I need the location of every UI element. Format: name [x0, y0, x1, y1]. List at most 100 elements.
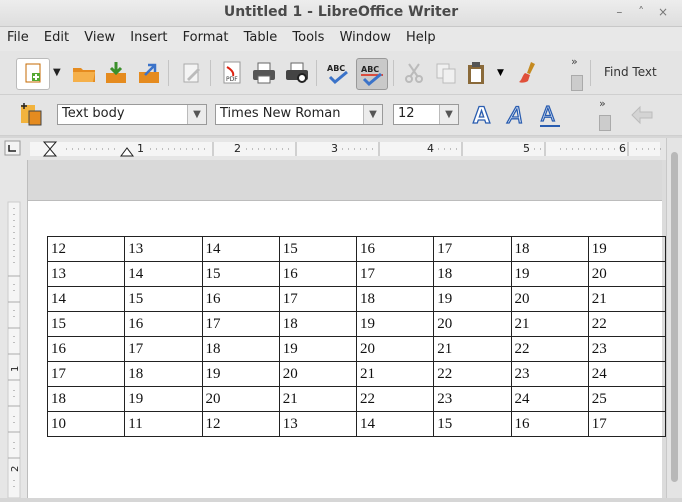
menu-format[interactable]: Format: [179, 27, 233, 45]
table-cell[interactable]: 24: [587, 361, 666, 387]
table-cell[interactable]: 21: [278, 386, 358, 412]
table-cell[interactable]: 15: [433, 411, 512, 437]
table-cell[interactable]: 14: [124, 261, 203, 287]
table-cell[interactable]: 14: [201, 236, 280, 262]
close-button[interactable]: ×: [654, 5, 672, 19]
table-cell[interactable]: 19: [355, 311, 435, 337]
table-cell[interactable]: 13: [124, 236, 203, 262]
table-cell[interactable]: 16: [201, 286, 280, 312]
table-cell[interactable]: 12: [46, 236, 126, 262]
table-cell[interactable]: 21: [510, 311, 589, 337]
chevron-down-icon[interactable]: ▼: [439, 105, 458, 124]
toolbar-overflow-button[interactable]: »: [599, 97, 606, 110]
clone-formatting-button[interactable]: [514, 59, 542, 87]
table-cell[interactable]: 16: [278, 261, 358, 287]
document-area[interactable]: 12 13 14 15 16 17 18 19 13 14 15 16 17 18 19 20 14 15 16…: [28, 160, 666, 498]
export-pdf-button[interactable]: PDF: [218, 59, 246, 87]
table-cell[interactable]: 19: [124, 386, 203, 412]
table-cell[interactable]: 17: [587, 411, 666, 437]
toolbar-overflow-dropdown[interactable]: [571, 75, 583, 91]
back-button[interactable]: [628, 101, 656, 129]
table-cell[interactable]: 20: [433, 311, 512, 337]
table-cell[interactable]: 23: [587, 336, 666, 362]
font-size-select[interactable]: 12 ▼: [393, 104, 459, 125]
table-cell[interactable]: 18: [433, 261, 512, 287]
chevron-down-icon[interactable]: ▼: [187, 105, 206, 124]
table-cell[interactable]: 20: [278, 361, 358, 387]
chevron-down-icon[interactable]: ▼: [363, 105, 382, 124]
toolbar-overflow-dropdown[interactable]: [599, 115, 611, 131]
table-cell[interactable]: 19: [510, 261, 589, 287]
paragraph-style-select[interactable]: Text body ▼: [57, 104, 207, 125]
table-cell[interactable]: 16: [510, 411, 589, 437]
table-cell[interactable]: 17: [124, 336, 203, 362]
table-cell[interactable]: 23: [433, 386, 512, 412]
menu-window[interactable]: Window: [336, 27, 395, 45]
table-cell[interactable]: 19: [201, 361, 280, 387]
table-cell[interactable]: 16: [355, 236, 435, 262]
table-cell[interactable]: 19: [278, 336, 358, 362]
table-cell[interactable]: 13: [278, 411, 358, 437]
find-text-button[interactable]: Find Text: [604, 65, 657, 79]
table-cell[interactable]: 15: [201, 261, 280, 287]
font-name-select[interactable]: Times New Roman ▼: [215, 104, 383, 125]
table-cell[interactable]: 14: [46, 286, 126, 312]
spelling-button[interactable]: ABC: [324, 59, 352, 87]
table-cell[interactable]: 17: [355, 261, 435, 287]
scrollbar-thumb[interactable]: [671, 152, 678, 482]
table-cell[interactable]: 18: [124, 361, 203, 387]
print-preview-button[interactable]: [283, 59, 311, 87]
cut-button[interactable]: [400, 59, 428, 87]
auto-spellcheck-toggle[interactable]: ABC: [356, 58, 388, 90]
table-cell[interactable]: 11: [124, 411, 203, 437]
table-cell[interactable]: 15: [46, 311, 126, 337]
underline-button[interactable]: A: [536, 101, 564, 129]
table-cell[interactable]: 22: [355, 386, 435, 412]
table-cell[interactable]: 21: [433, 336, 512, 362]
menu-insert[interactable]: Insert: [126, 27, 171, 45]
menu-table[interactable]: Table: [240, 27, 282, 45]
table-cell[interactable]: 25: [587, 386, 666, 412]
table-cell[interactable]: 17: [433, 236, 512, 262]
italic-button[interactable]: A: [502, 101, 530, 129]
menu-file[interactable]: File: [3, 27, 33, 45]
document-table[interactable]: 12 13 14 15 16 17 18 19 13 14 15 16 17 18 19 20 14 15 16…: [46, 236, 666, 437]
table-cell[interactable]: 19: [433, 286, 512, 312]
paste-dropdown-button[interactable]: ▼: [494, 59, 508, 87]
styles-button[interactable]: [18, 101, 46, 129]
minimize-button[interactable]: –: [610, 5, 628, 19]
new-dropdown-button[interactable]: ▼: [50, 58, 64, 88]
table-cell[interactable]: 12: [201, 411, 280, 437]
table-cell[interactable]: 18: [510, 236, 589, 262]
save-button[interactable]: [102, 59, 130, 87]
toolbar-overflow-button[interactable]: »: [571, 55, 578, 68]
table-cell[interactable]: 17: [201, 311, 280, 337]
table-cell[interactable]: 20: [587, 261, 666, 287]
table-cell[interactable]: 19: [587, 236, 666, 262]
table-cell[interactable]: 22: [587, 311, 666, 337]
table-cell[interactable]: 14: [355, 411, 435, 437]
vertical-scrollbar[interactable]: [666, 138, 682, 498]
table-cell[interactable]: 16: [46, 336, 126, 362]
table-cell[interactable]: 17: [46, 361, 126, 387]
table-cell[interactable]: 20: [510, 286, 589, 312]
menu-edit[interactable]: Edit: [40, 27, 73, 45]
table-cell[interactable]: 17: [278, 286, 358, 312]
table-cell[interactable]: 18: [278, 311, 358, 337]
table-cell[interactable]: 21: [587, 286, 666, 312]
edit-mode-button[interactable]: [178, 59, 206, 87]
table-cell[interactable]: 15: [124, 286, 203, 312]
table-cell[interactable]: 18: [201, 336, 280, 362]
open-button[interactable]: [70, 59, 98, 87]
print-button[interactable]: [250, 59, 278, 87]
table-cell[interactable]: 18: [355, 286, 435, 312]
table-cell[interactable]: 13: [46, 261, 126, 287]
new-document-button[interactable]: [16, 58, 50, 90]
horizontal-ruler[interactable]: 1 2 3 4 5 6: [0, 138, 682, 161]
menu-view[interactable]: View: [80, 27, 119, 45]
table-cell[interactable]: 22: [433, 361, 512, 387]
maximize-button[interactable]: ˄: [632, 5, 650, 19]
table-cell[interactable]: 15: [278, 236, 358, 262]
table-cell[interactable]: 16: [124, 311, 203, 337]
table-cell[interactable]: 18: [46, 386, 126, 412]
